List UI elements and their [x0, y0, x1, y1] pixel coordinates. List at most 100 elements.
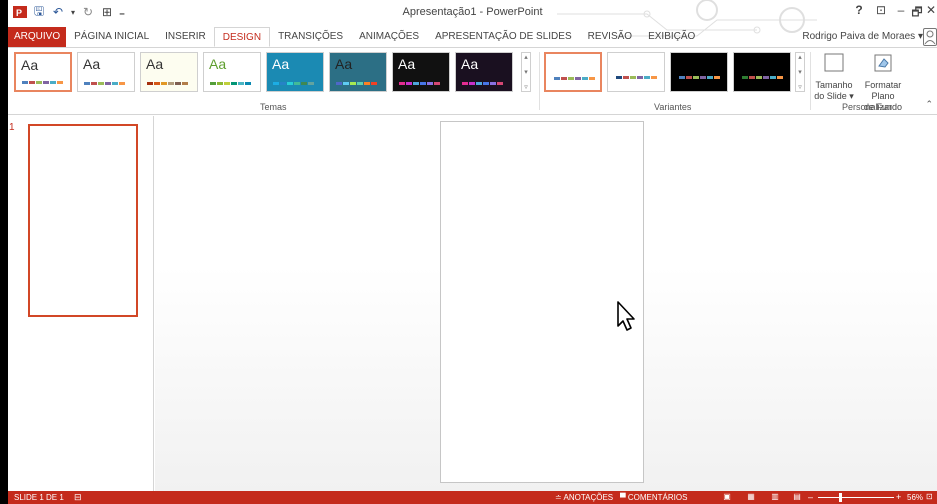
theme-sample-text: Aa	[21, 57, 39, 73]
slideshow-view-icon[interactable]: ▤	[791, 492, 803, 502]
scroll-down-icon[interactable]: ▾	[798, 68, 802, 76]
group-divider	[539, 52, 540, 110]
color-swatch	[497, 82, 503, 85]
color-swatch	[686, 76, 692, 79]
theme-thumbnail[interactable]: Aa	[455, 52, 513, 92]
user-name-label: Rodrigo Paiva de Moraes	[802, 31, 916, 42]
color-swatch	[43, 81, 49, 84]
normal-view-icon[interactable]: ▣	[721, 492, 733, 502]
theme-thumbnail[interactable]: Aa	[77, 52, 135, 92]
zoom-in-button[interactable]: +	[896, 492, 901, 502]
more-themes-icon[interactable]: ▿	[524, 83, 528, 91]
color-swatch	[308, 82, 314, 85]
color-swatch	[224, 82, 230, 85]
color-swatch	[406, 82, 412, 85]
color-swatch	[651, 76, 657, 79]
tab-apresentacao-de-slides[interactable]: APRESENTAÇÃO DE SLIDES	[427, 27, 580, 47]
variant-thumbnail[interactable]	[670, 52, 728, 92]
tab-inserir[interactable]: INSERIR	[157, 27, 214, 47]
slide-size-icon	[824, 53, 844, 72]
slide-number: 1	[9, 122, 15, 133]
slide-size-label-2: do Slide ▾	[814, 91, 854, 101]
slide-sorter-view-icon[interactable]: ▦	[745, 492, 757, 502]
tab-pagina-inicial[interactable]: PÁGINA INICIAL	[66, 27, 157, 47]
color-swatch	[589, 77, 595, 80]
theme-sample-text: Aa	[335, 56, 353, 72]
scroll-down-icon[interactable]: ▾	[524, 68, 528, 76]
color-swatch	[749, 76, 755, 79]
user-account[interactable]: Rodrigo Paiva de Moraes ▾	[802, 31, 923, 42]
variants-gallery-scroll[interactable]: ▴ ▾ ▿	[795, 52, 805, 92]
variant-thumbnail[interactable]	[733, 52, 791, 92]
color-swatch	[336, 82, 342, 85]
tab-arquivo[interactable]: ARQUIVO	[8, 27, 67, 47]
tab-design[interactable]: DESIGN	[213, 27, 271, 47]
comments-button[interactable]: ▀ COMENTÁRIOS	[620, 493, 687, 502]
mouse-pointer-icon	[617, 301, 635, 331]
color-swatch	[561, 77, 567, 80]
title-bar: P 🖫 ↶ ▾ ↻ ⊞ ₌ Apresentação1 - PowerPoint…	[8, 0, 937, 37]
color-swatch	[147, 82, 153, 85]
color-swatch	[462, 82, 468, 85]
variant-thumbnail[interactable]	[544, 52, 602, 92]
color-swatch	[483, 82, 489, 85]
tab-revisao[interactable]: REVISÃO	[580, 27, 640, 47]
color-swatch	[582, 77, 588, 80]
theme-color-swatches	[84, 82, 126, 85]
zoom-level[interactable]: 56%	[907, 493, 923, 502]
theme-thumbnail[interactable]: Aa	[140, 52, 198, 92]
slide-size-button[interactable]: Tamanho do Slide ▾	[814, 52, 854, 102]
minimize-button[interactable]: –	[893, 3, 909, 17]
spell-check-icon[interactable]: ⊟	[74, 492, 82, 503]
close-button[interactable]: ✕	[923, 3, 937, 17]
slide-size-label: Tamanho	[815, 80, 853, 90]
notes-button[interactable]: ≐ ANOTAÇÕES	[555, 493, 613, 502]
avatar[interactable]	[923, 28, 937, 46]
color-swatch	[568, 77, 574, 80]
color-swatch	[679, 76, 685, 79]
color-swatch	[490, 82, 496, 85]
color-swatch	[476, 82, 482, 85]
zoom-slider-thumb[interactable]	[839, 493, 843, 502]
theme-thumbnail[interactable]: Aa	[266, 52, 324, 92]
color-swatch	[98, 82, 104, 85]
color-swatch	[616, 76, 622, 79]
variant-thumbnail[interactable]	[607, 52, 665, 92]
window-title: Apresentação1 - PowerPoint	[402, 6, 543, 18]
zoom-slider-track[interactable]	[818, 497, 894, 498]
color-swatch	[182, 82, 188, 85]
color-swatch	[637, 76, 643, 79]
tab-transicoes[interactable]: TRANSIÇÕES	[270, 27, 351, 47]
help-icon[interactable]: ?	[851, 3, 867, 17]
more-variants-icon[interactable]: ▿	[798, 83, 802, 91]
theme-color-swatches	[462, 82, 504, 85]
themes-gallery-scroll[interactable]: ▴ ▾ ▿	[521, 52, 531, 92]
color-swatch	[469, 82, 475, 85]
themes-group-label: Temas	[260, 102, 287, 112]
customize-group-label: Personalizar	[842, 102, 893, 112]
color-swatch	[693, 76, 699, 79]
theme-thumbnail[interactable]: Aa	[392, 52, 450, 92]
color-swatch	[287, 82, 293, 85]
scroll-up-icon[interactable]: ▴	[798, 53, 802, 61]
fit-slide-icon[interactable]: ⊡	[926, 492, 933, 501]
ribbon-display-options-icon[interactable]: ⊡	[873, 3, 889, 17]
color-swatch	[575, 77, 581, 80]
theme-sample-text: Aa	[272, 56, 290, 72]
slide-thumbnail[interactable]	[28, 124, 138, 317]
reading-view-icon[interactable]: ▥	[769, 492, 781, 502]
color-swatch	[301, 82, 307, 85]
scroll-up-icon[interactable]: ▴	[524, 53, 528, 61]
theme-sample-text: Aa	[209, 56, 227, 72]
theme-thumbnail[interactable]: Aa	[14, 52, 72, 92]
tab-animacoes[interactable]: ANIMAÇÕES	[351, 27, 427, 47]
theme-thumbnail[interactable]: Aa	[329, 52, 387, 92]
color-swatch	[644, 76, 650, 79]
collapse-ribbon-icon[interactable]: ⌃	[925, 99, 933, 110]
zoom-out-button[interactable]: –	[808, 492, 813, 502]
tab-exibicao[interactable]: EXIBIÇÃO	[640, 27, 703, 47]
color-swatch	[357, 82, 363, 85]
color-swatch	[210, 82, 216, 85]
color-swatch	[280, 82, 286, 85]
theme-thumbnail[interactable]: Aa	[203, 52, 261, 92]
